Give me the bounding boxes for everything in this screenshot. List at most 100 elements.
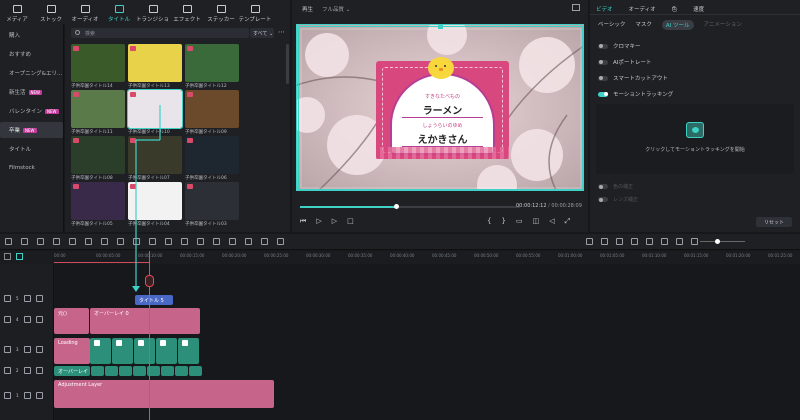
- title-thumbnail[interactable]: [185, 90, 239, 128]
- filter-dropdown[interactable]: すべて ⌄: [250, 28, 274, 38]
- eye-icon[interactable]: [35, 367, 43, 374]
- mark-out-icon[interactable]: }: [501, 217, 505, 226]
- ai-tool-row[interactable]: スマートカットアウト: [598, 70, 793, 86]
- toggle-switch[interactable]: [598, 59, 608, 65]
- camera-icon[interactable]: ◫: [533, 217, 540, 226]
- crop-icon[interactable]: [85, 238, 92, 245]
- lock-icon[interactable]: [23, 367, 31, 374]
- cut-icon[interactable]: [69, 238, 76, 245]
- motion-tracking-area[interactable]: クリックしてモーショントラッキングを開始: [596, 104, 794, 174]
- text-icon[interactable]: [101, 238, 108, 245]
- speed-icon[interactable]: [165, 238, 172, 245]
- title-clip-segment[interactable]: [90, 338, 111, 364]
- audio-clip-segment[interactable]: [119, 366, 132, 376]
- playhead-marker[interactable]: [145, 275, 154, 287]
- title-clip-segment[interactable]: [112, 338, 133, 364]
- playhead-knob[interactable]: [394, 204, 400, 209]
- motion-tracking-icon[interactable]: [686, 122, 704, 138]
- keyframe-icon[interactable]: [229, 238, 236, 245]
- title-thumbnail[interactable]: [128, 44, 182, 82]
- selection-box[interactable]: [298, 26, 583, 190]
- split-icon[interactable]: [117, 238, 124, 245]
- zoom-out-icon[interactable]: [691, 238, 698, 245]
- lock-icon[interactable]: [23, 346, 31, 353]
- property-tab[interactable]: ビデオ: [596, 5, 613, 13]
- time-ruler[interactable]: 00:00 00:00:05:00 00:00:10:00 00:00:15:00 00…: [0, 251, 800, 264]
- play-icon[interactable]: ▷: [316, 217, 321, 226]
- stop-icon[interactable]: □: [347, 217, 354, 226]
- title-clip[interactable]: タイトル 5: [135, 295, 173, 305]
- audio-clip-segment[interactable]: [175, 366, 188, 376]
- ai-tool-row[interactable]: AIポートレート: [598, 54, 793, 70]
- ai-tool-row[interactable]: クロマキー: [598, 38, 793, 54]
- title-thumbnail[interactable]: [71, 90, 125, 128]
- snap-icon[interactable]: [661, 238, 668, 245]
- playback-progress[interactable]: [300, 204, 520, 209]
- title-thumbnail[interactable]: [185, 182, 239, 220]
- toggle-switch[interactable]: [598, 91, 608, 97]
- marker-icon[interactable]: [676, 238, 683, 245]
- title-clip-segment[interactable]: [156, 338, 177, 364]
- video-preview[interactable]: すきなたべもの ラーメン しょうらいのゆめ えかきさん: [296, 24, 584, 191]
- add-track-icon[interactable]: [4, 253, 11, 260]
- library-scrollbar[interactable]: [286, 44, 289, 84]
- eye-icon[interactable]: [35, 295, 43, 302]
- search-input[interactable]: 検索: [71, 28, 249, 38]
- toggle-switch[interactable]: [598, 43, 608, 49]
- render-icon[interactable]: [586, 238, 593, 245]
- motion-icon[interactable]: [277, 238, 284, 245]
- property-subtab[interactable]: マスク: [635, 20, 652, 30]
- overlay-clip-a[interactable]: 元(): [54, 308, 89, 334]
- link-icon[interactable]: [16, 253, 23, 260]
- mark-in-icon[interactable]: {: [487, 217, 491, 226]
- title-thumbnail[interactable]: [128, 136, 182, 174]
- stabilize-icon[interactable]: [245, 238, 252, 245]
- delete-icon[interactable]: [53, 238, 60, 245]
- ai-icon[interactable]: [213, 238, 220, 245]
- toggle-switch[interactable]: [598, 75, 608, 81]
- caption-icon[interactable]: [646, 238, 653, 245]
- eye-icon[interactable]: [35, 346, 43, 353]
- audio-clip-segment[interactable]: [91, 366, 104, 376]
- sidebar-item[interactable]: 卒業 NEW: [0, 122, 63, 138]
- eye-icon[interactable]: [35, 316, 43, 323]
- lock-icon[interactable]: [23, 392, 31, 399]
- property-tab[interactable]: 速度: [693, 5, 704, 13]
- timer-icon[interactable]: [149, 238, 156, 245]
- mask-icon[interactable]: [197, 238, 204, 245]
- eye-icon[interactable]: [35, 392, 43, 399]
- zoom-knob[interactable]: [715, 239, 720, 244]
- audio-clip-segment[interactable]: [133, 366, 146, 376]
- sidebar-item[interactable]: おすすめ: [0, 46, 63, 62]
- property-subtab[interactable]: AI ツール: [661, 20, 694, 30]
- redo-icon[interactable]: [37, 238, 44, 245]
- title-thumbnail[interactable]: [185, 136, 239, 174]
- monitor-icon[interactable]: ▭: [516, 217, 523, 226]
- play-icon-alt[interactable]: ▷: [332, 217, 337, 226]
- title-thumbnail[interactable]: [71, 136, 125, 174]
- audio-icon[interactable]: [261, 238, 268, 245]
- prev-frame-icon[interactable]: ⏮: [300, 217, 306, 226]
- quality-dropdown[interactable]: フル品質 ⌄: [322, 5, 350, 13]
- mic-icon[interactable]: [616, 238, 623, 245]
- title-thumbnail[interactable]: [127, 89, 183, 129]
- playback-mode[interactable]: 再生: [302, 5, 313, 13]
- grid-icon[interactable]: [5, 238, 12, 245]
- list-icon[interactable]: [631, 238, 638, 245]
- sidebar-item[interactable]: タイトル: [0, 141, 63, 157]
- fullscreen-icon[interactable]: ⤢: [565, 217, 571, 226]
- overlay-clip-b[interactable]: オーバーレイ 0: [90, 308, 200, 334]
- sidebar-item[interactable]: Filmstock: [0, 160, 63, 176]
- property-tab[interactable]: 色: [672, 5, 678, 13]
- audio-clip-segment[interactable]: [161, 366, 174, 376]
- lock-icon[interactable]: [23, 295, 31, 302]
- sidebar-item[interactable]: 新生活 NEW: [0, 84, 63, 100]
- zoom-icon[interactable]: [133, 238, 140, 245]
- title-thumbnail[interactable]: [71, 44, 125, 82]
- title-clip-segment[interactable]: [134, 338, 155, 364]
- loading-clip[interactable]: Loading: [54, 338, 90, 364]
- more-icon[interactable]: ⋯: [278, 28, 285, 36]
- audio-clip-segment[interactable]: [105, 366, 118, 376]
- reset-button[interactable]: リセット: [756, 217, 792, 227]
- volume-icon[interactable]: ◁: [549, 217, 554, 226]
